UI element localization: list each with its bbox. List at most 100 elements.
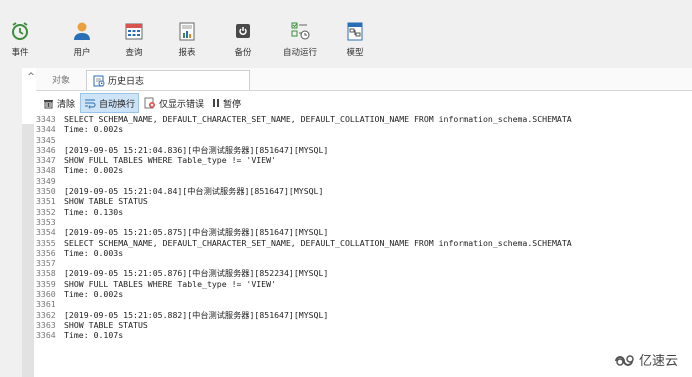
- toolbar-button-backup[interactable]: 备份: [225, 20, 261, 66]
- clear-button[interactable]: 清除: [40, 94, 78, 112]
- log-text: Time: 0.130s: [64, 206, 124, 217]
- watermark: 亿速云: [614, 350, 678, 369]
- tab-label: 对象: [52, 76, 71, 86]
- tab-objects[interactable]: 对象: [46, 70, 76, 89]
- history-log-text[interactable]: 3343 SELECT SCHEMA_NAME, DEFAULT_CHARACTE…: [36, 114, 686, 377]
- toolbar-label: 模型: [346, 48, 364, 58]
- pause-button[interactable]: 暂停: [209, 94, 244, 112]
- trash-icon: [43, 98, 54, 109]
- toolbar-button-model[interactable]: 模型: [337, 20, 373, 66]
- word-wrap-icon: [84, 98, 96, 109]
- tab-history-log[interactable]: 历史日志: [86, 70, 250, 90]
- line-number: 3357: [36, 258, 56, 269]
- toolbar-label: 自动运行: [282, 48, 317, 58]
- log-line: 3362 [2019-09-05 15:21:05.882][中台测试服务器][8…: [36, 310, 686, 320]
- pause-icon: [212, 98, 220, 108]
- toolbar-button-events[interactable]: 事件: [2, 20, 38, 66]
- clear-button-label: 清除: [57, 99, 76, 110]
- line-number: 3347: [36, 155, 56, 166]
- log-text: [2019-09-05 15:21:05.882][中台测试服务器][85164…: [64, 309, 329, 320]
- toolbar-button-users[interactable]: 用户: [64, 20, 100, 66]
- tab-strip: 对象 历史日志: [36, 68, 692, 91]
- line-number: 3363: [36, 319, 56, 330]
- log-text: [2019-09-05 15:21:04.836][中台测试服务器][85164…: [64, 144, 329, 155]
- toolbar-label: 事件: [11, 48, 29, 58]
- log-text: SHOW FULL TABLES WHERE Table_type != 'VI…: [64, 155, 276, 166]
- log-text: SHOW TABLE STATUS: [64, 319, 148, 330]
- log-text: Time: 0.002s: [64, 124, 124, 135]
- log-line: 3352 Time: 0.130s: [36, 207, 686, 217]
- log-line: 3363 SHOW TABLE STATUS: [36, 320, 686, 330]
- alarm-clock-icon: [10, 20, 30, 42]
- log-line: 3350 [2019-09-05 15:21:04.84][中台测试服务器][85…: [36, 186, 686, 196]
- watermark-text: 亿速云: [638, 354, 678, 369]
- line-number: 3359: [36, 278, 56, 289]
- error-filter-icon: [144, 97, 156, 109]
- errors-only-toggle[interactable]: 仅显示错误: [141, 94, 207, 112]
- log-line: 3348 Time: 0.002s: [36, 165, 686, 175]
- backup-disk-icon: [233, 20, 253, 42]
- toolbar-label: 查询: [125, 48, 143, 58]
- log-line: 3358 [2019-09-05 15:21:05.876][中台测试服务器][8…: [36, 268, 686, 278]
- line-number: 3346: [36, 144, 56, 155]
- log-text: SHOW TABLE STATUS: [64, 196, 148, 207]
- log-scroll-gutter[interactable]: [22, 124, 34, 377]
- word-wrap-label: 自动换行: [99, 99, 136, 110]
- log-text: Time: 0.003s: [64, 247, 124, 258]
- auto-run-checklist-icon: [290, 20, 310, 42]
- log-line: 3345: [36, 135, 686, 145]
- collapse-caret-icon[interactable]: ^: [26, 72, 36, 82]
- log-text: Time: 0.002s: [64, 165, 124, 176]
- log-line: 3359 SHOW FULL TABLES WHERE Table_type !=…: [36, 279, 686, 289]
- log-line: 3347 SHOW FULL TABLES WHERE Table_type !=…: [36, 155, 686, 165]
- toolbar-label: 报表: [178, 48, 196, 58]
- line-number: 3350: [36, 186, 56, 197]
- log-text: [2019-09-05 15:21:05.875][中台测试服务器][85164…: [64, 227, 329, 238]
- main-toolbar: 事件 用户 查询 报表 备份 自动运行 模型: [0, 0, 692, 68]
- user-icon: [72, 20, 92, 42]
- log-text: [2019-09-05 15:21:05.876][中台测试服务器][85223…: [64, 268, 329, 279]
- line-number: 3356: [36, 247, 56, 258]
- line-number: 3364: [36, 330, 56, 341]
- log-text: [2019-09-05 15:21:04.84][中台测试服务器][851647…: [64, 186, 324, 197]
- line-number: 3353: [36, 216, 56, 227]
- toolbar-button-report[interactable]: 报表: [169, 20, 205, 66]
- line-number: 3349: [36, 175, 56, 186]
- left-sidebar-strip: [0, 68, 22, 377]
- model-icon: [345, 20, 365, 42]
- toolbar-button-auto-run[interactable]: 自动运行: [277, 20, 323, 66]
- line-number: 3360: [36, 289, 56, 300]
- line-number: 3345: [36, 134, 56, 145]
- log-line: 3344 Time: 0.002s: [36, 124, 686, 134]
- calendar-grid-icon: [124, 20, 144, 42]
- line-number: 3352: [36, 206, 56, 217]
- line-number: 3362: [36, 309, 56, 320]
- log-line: 3343 SELECT SCHEMA_NAME, DEFAULT_CHARACTE…: [36, 114, 686, 124]
- log-line: 3355 SELECT SCHEMA_NAME, DEFAULT_CHARACTE…: [36, 238, 686, 248]
- log-text: Time: 0.002s: [64, 289, 124, 300]
- line-number: 3355: [36, 237, 56, 248]
- log-toolbar: 清除 自动换行 仅显示错误 暂停: [36, 92, 692, 114]
- line-number: 3354: [36, 227, 56, 238]
- toolbar-label: 用户: [73, 48, 91, 58]
- log-line: 3361: [36, 299, 686, 309]
- log-text: SHOW FULL TABLES WHERE Table_type != 'VI…: [64, 278, 276, 289]
- word-wrap-toggle[interactable]: 自动换行: [80, 93, 140, 113]
- log-text: Time: 0.107s: [64, 330, 124, 341]
- line-number: 3344: [36, 124, 56, 135]
- tab-label: 历史日志: [108, 77, 145, 87]
- log-line: 3364 Time: 0.107s: [36, 330, 686, 340]
- line-number: 3351: [36, 196, 56, 207]
- log-line: 3360 Time: 0.002s: [36, 289, 686, 299]
- pause-label: 暂停: [223, 99, 242, 110]
- log-line: 3349: [36, 176, 686, 186]
- toolbar-button-query[interactable]: 查询: [116, 20, 152, 66]
- line-number: 3358: [36, 268, 56, 279]
- log-text: SELECT SCHEMA_NAME, DEFAULT_CHARACTER_SE…: [64, 237, 572, 248]
- log-line: 3351 SHOW TABLE STATUS: [36, 196, 686, 206]
- report-chart-icon: [177, 20, 197, 42]
- toolbar-label: 备份: [234, 48, 252, 58]
- line-number: 3348: [36, 165, 56, 176]
- history-log-icon: [93, 75, 105, 87]
- line-number: 3361: [36, 299, 56, 310]
